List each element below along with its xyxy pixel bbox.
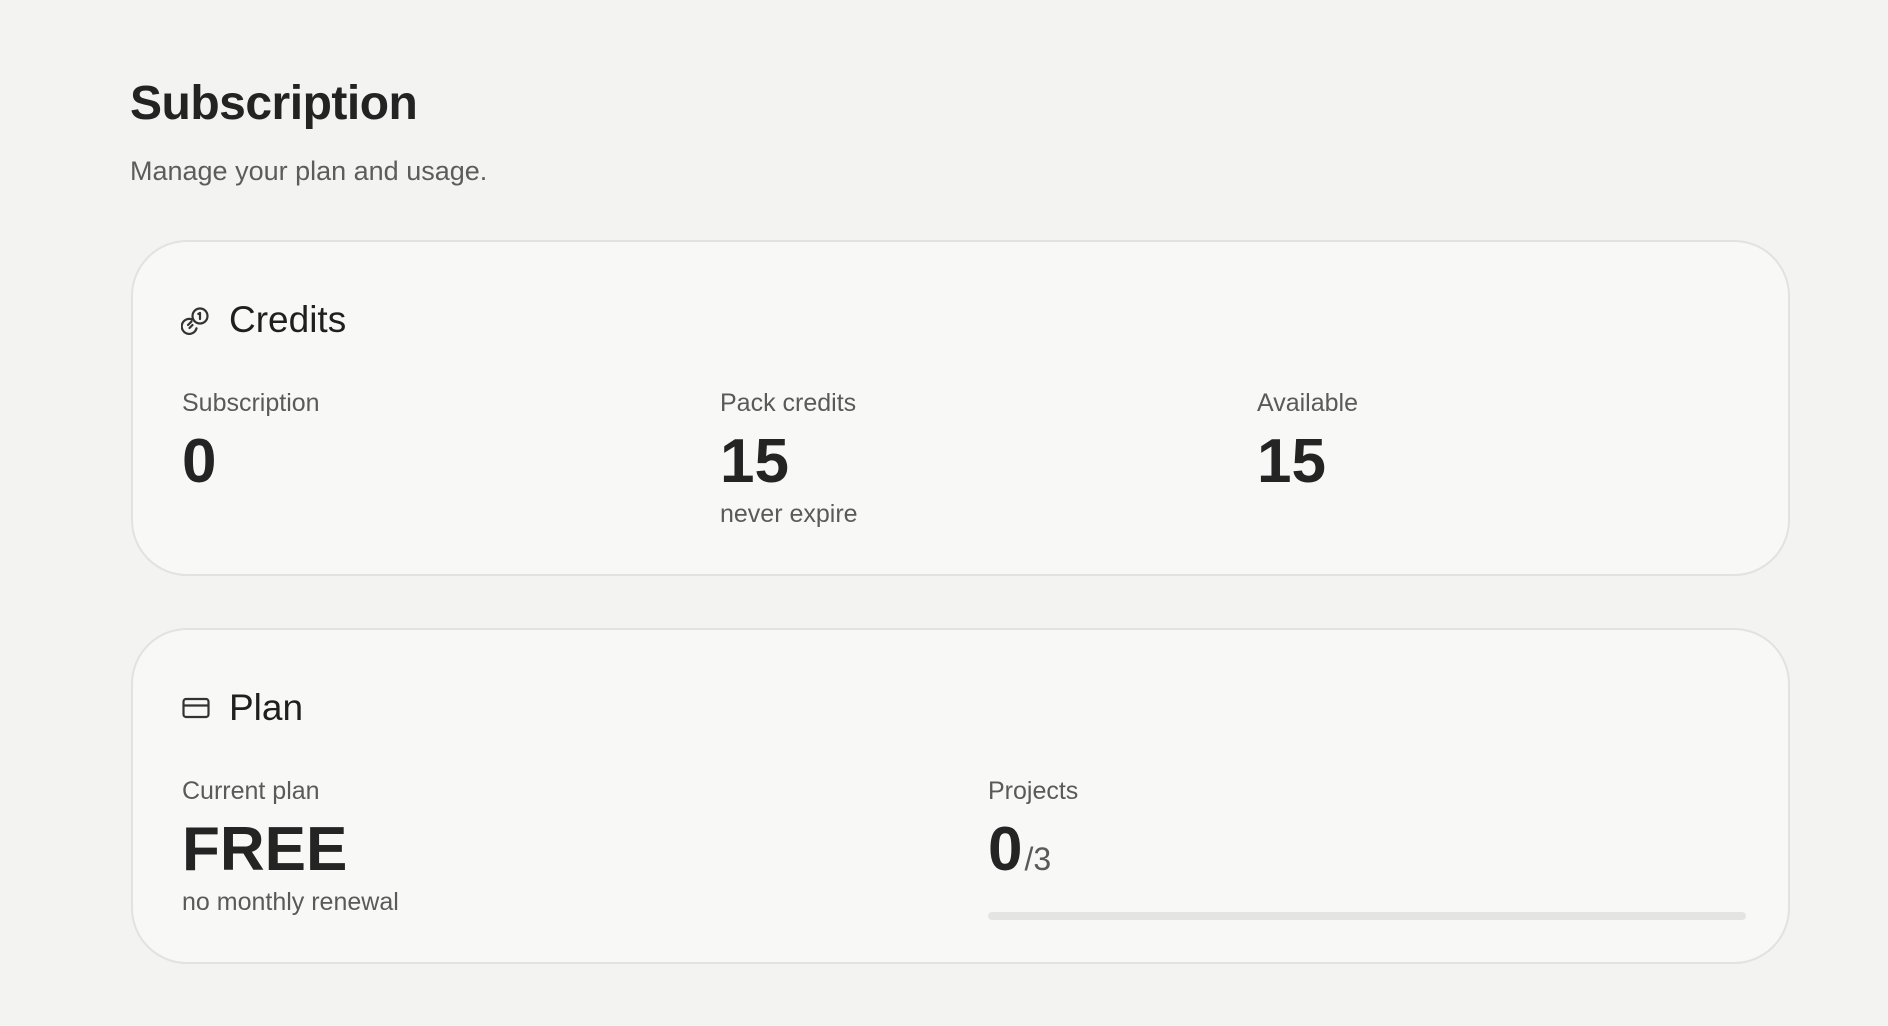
stat-note: never expire	[720, 500, 858, 528]
stat-label: Available	[1257, 389, 1359, 417]
stat-value: FREE	[182, 815, 348, 884]
stat-label: Current plan	[182, 777, 320, 805]
stat-available: Available 15	[1257, 387, 1358, 495]
credit-card-icon	[181, 693, 211, 723]
stat-value: 15	[1257, 427, 1326, 496]
coins-icon	[181, 305, 211, 335]
projects-limit: /3	[1024, 841, 1052, 877]
page-subtitle: Manage your plan and usage.	[130, 156, 488, 186]
stat-subscription: Subscription 0	[182, 387, 320, 495]
credits-card: Credits Subscription 0 Pack credits 15 n…	[131, 240, 1790, 576]
stat-value: 15	[720, 427, 789, 496]
stat-pack-credits: Pack credits 15 never expire	[720, 387, 858, 529]
stat-label: Pack credits	[720, 389, 857, 417]
stat-note: no monthly renewal	[182, 888, 399, 916]
stat-projects: Projects 0/3	[988, 775, 1746, 920]
credits-card-header: Credits	[181, 298, 346, 342]
page-title: Subscription	[130, 77, 418, 130]
stat-current-plan: Current plan FREE no monthly renewal	[182, 775, 399, 917]
stat-value: 0	[182, 427, 217, 496]
projects-used: 0	[988, 815, 1023, 884]
plan-card: Plan Current plan FREE no monthly renewa…	[131, 628, 1790, 964]
stat-label: Subscription	[182, 389, 320, 417]
credits-card-title: Credits	[229, 299, 347, 340]
plan-card-title: Plan	[229, 687, 304, 728]
projects-progress-bar	[988, 912, 1746, 920]
projects-count: 0/3	[988, 817, 1746, 892]
plan-card-header: Plan	[181, 686, 303, 730]
stat-label: Projects	[988, 777, 1079, 805]
